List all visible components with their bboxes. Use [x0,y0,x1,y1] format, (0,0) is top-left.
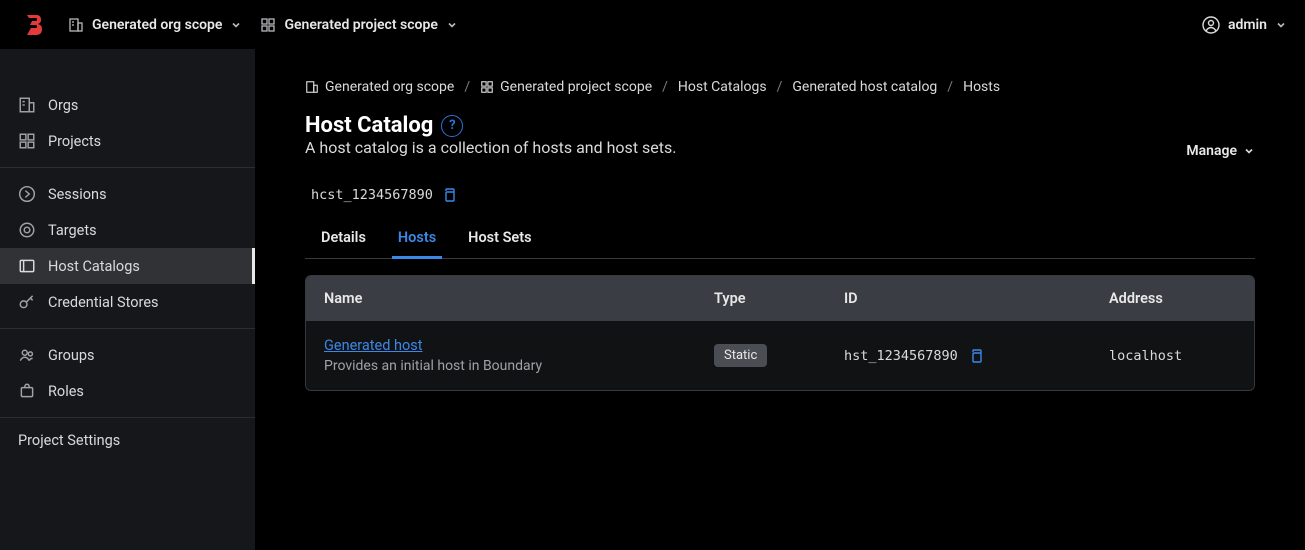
hosts-table: Name Type ID Address Generated host Prov… [305,275,1255,391]
user-menu[interactable]: admin [1202,16,1287,34]
help-icon[interactable]: ? [441,115,463,137]
manage-label: Manage [1186,143,1237,159]
sidebar-project-settings[interactable]: Project Settings [0,418,255,463]
org-scope-selector[interactable]: Generated org scope [68,17,242,33]
copy-icon[interactable] [968,348,984,364]
project-icon [480,80,494,94]
tabs: Details Hosts Host Sets [305,221,1255,259]
sidebar-item-label: Targets [48,222,97,239]
table-header: Name Type ID Address [306,276,1254,321]
sidebar-item-roles[interactable]: Roles [0,373,255,409]
breadcrumb-project[interactable]: Generated project scope [480,79,652,95]
host-description: Provides an initial host in Boundary [324,358,714,374]
page-title: Host Catalog [305,113,433,138]
breadcrumb-host-catalog[interactable]: Generated host catalog [792,79,937,95]
sidebar-item-label: Sessions [48,186,107,203]
main-content: Generated org scope / Generated project … [255,49,1305,550]
breadcrumb: Generated org scope / Generated project … [305,79,1255,95]
org-scope-label: Generated org scope [92,17,222,33]
host-catalogs-icon [18,257,36,275]
user-avatar-icon [1202,16,1220,34]
breadcrumb-org[interactable]: Generated org scope [305,79,454,95]
sidebar-item-credential-stores[interactable]: Credential Stores [0,284,255,320]
tab-hosts[interactable]: Hosts [396,221,438,258]
sidebar-item-host-catalogs[interactable]: Host Catalogs [0,248,255,284]
targets-icon [18,221,36,239]
org-icon [305,80,319,94]
sidebar-item-groups[interactable]: Groups [0,337,255,373]
sidebar-item-sessions[interactable]: Sessions [0,176,255,212]
chevron-down-icon [1243,145,1255,157]
host-name-link[interactable]: Generated host [324,337,714,354]
chevron-down-icon [1275,19,1287,31]
th-id: ID [844,290,1109,307]
key-icon [18,293,36,311]
sidebar-item-targets[interactable]: Targets [0,212,255,248]
user-label: admin [1228,17,1267,33]
project-icon [260,17,276,33]
sidebar-item-label: Projects [48,133,101,150]
app-logo[interactable] [18,9,50,41]
groups-icon [18,346,36,364]
sidebar-item-label: Host Catalogs [48,258,140,275]
page-description: A host catalog is a collection of hosts … [305,138,676,157]
org-icon [68,17,84,33]
sidebar-item-label: Orgs [48,97,78,114]
org-icon [18,96,36,114]
project-settings-label: Project Settings [18,432,120,449]
chevron-down-icon [230,19,242,31]
th-type: Type [714,290,844,307]
sidebar-item-label: Roles [48,383,84,400]
project-scope-selector[interactable]: Generated project scope [260,17,457,33]
sidebar-item-label: Groups [48,347,95,364]
tab-details[interactable]: Details [319,221,368,258]
host-address: localhost [1109,348,1255,364]
catalog-id: hcst_1234567890 [311,187,433,203]
table-row: Generated host Provides an initial host … [306,321,1254,390]
project-scope-label: Generated project scope [284,17,437,33]
catalog-id-row: hcst_1234567890 [305,187,1255,203]
th-address: Address [1109,290,1255,307]
th-name: Name [324,290,714,307]
sidebar: Orgs Projects Sessions Targets [0,49,255,550]
breadcrumb-hosts[interactable]: Hosts [963,79,1000,95]
sidebar-item-projects[interactable]: Projects [0,123,255,159]
sessions-icon [18,185,36,203]
topbar: Generated org scope Generated project sc… [0,0,1305,49]
type-badge: Static [714,344,767,367]
chevron-down-icon [446,19,458,31]
tab-host-sets[interactable]: Host Sets [466,221,533,258]
breadcrumb-host-catalogs[interactable]: Host Catalogs [678,79,767,95]
sidebar-item-orgs[interactable]: Orgs [0,87,255,123]
host-id: hst_1234567890 [844,348,958,364]
project-icon [18,132,36,150]
roles-icon [18,382,36,400]
copy-icon[interactable] [441,187,457,203]
manage-button[interactable]: Manage [1186,143,1255,159]
sidebar-item-label: Credential Stores [48,294,159,311]
